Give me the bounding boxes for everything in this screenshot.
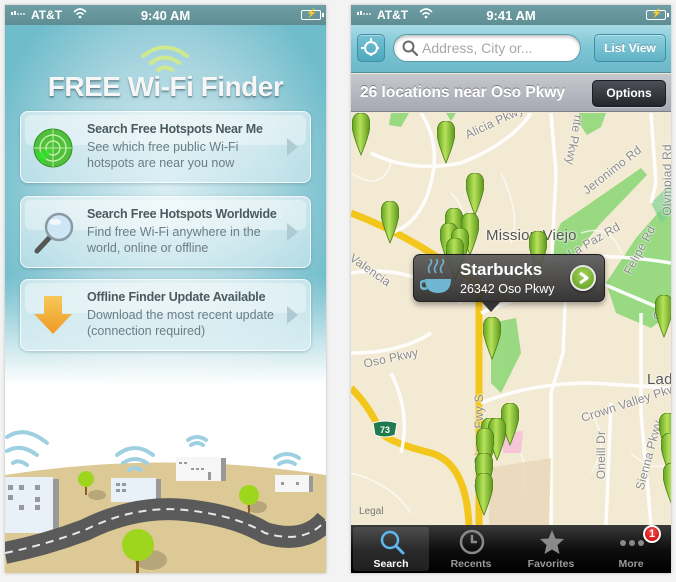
callout-title: Starbucks (460, 260, 543, 279)
radar-icon (33, 128, 73, 168)
highway-shield-label: 73 (380, 425, 390, 435)
card-title: Search Free Hotspots Worldwide (87, 207, 277, 221)
battery-icon: ⚡ (646, 8, 669, 20)
chevron-right-icon (287, 138, 298, 156)
app-title: FREE Wi-Fi Finder (47, 71, 284, 102)
tab-label: Search (373, 558, 409, 570)
town-illustration (5, 430, 326, 573)
notification-badge: 1 (643, 525, 661, 543)
download-arrow-icon (34, 296, 72, 334)
map-tiles: 73 (351, 113, 671, 525)
card-description: Download the most recent update (connect… (87, 308, 274, 338)
tab-label: Favorites (527, 558, 575, 570)
callout-address: 26342 Oso Pkwy (460, 282, 555, 296)
battery-icon: ⚡ (301, 8, 324, 20)
wifi-finder-home-screen: AT&T 9:40 AM ⚡ FREE Wi-Fi Finder Search … (5, 5, 326, 573)
tab-bar: Search Recents Favorites 1 More (351, 525, 671, 573)
card-title: Search Free Hotspots Near Me (87, 122, 263, 136)
search-field[interactable] (393, 34, 581, 62)
detail-disclosure-button[interactable] (570, 265, 596, 291)
status-bar: AT&T 9:41 AM ⚡ (351, 5, 671, 25)
map-pin-icon[interactable] (483, 317, 501, 361)
locate-me-button[interactable] (357, 34, 385, 62)
search-icon (380, 530, 405, 555)
tab-recents[interactable]: Recents (433, 527, 509, 571)
map-label-oneill: Oneill Dr (594, 430, 609, 480)
navigation-bar: List View (351, 25, 671, 73)
map-pin-icon[interactable] (475, 473, 493, 517)
map-label-olympiad: Olympiad Rd (659, 144, 671, 216)
more-dots-icon (620, 540, 644, 546)
crosshair-icon (361, 38, 378, 55)
map-pin-icon[interactable] (352, 113, 370, 157)
chevron-right-icon (287, 306, 298, 324)
location-callout[interactable]: Starbucks 26342 Oso Pkwy (413, 254, 605, 312)
status-time: 9:41 AM (486, 8, 536, 23)
search-icon (402, 40, 418, 56)
map-pin-icon[interactable] (663, 463, 671, 507)
tab-favorites[interactable]: Favorites (513, 527, 589, 571)
offline-update-button[interactable]: Offline Finder Update Available Download… (20, 279, 311, 351)
tab-more[interactable]: 1 More (593, 525, 669, 571)
card-description: See which free public Wi-Fi hotspots are… (87, 140, 239, 170)
coffee-cup-icon (420, 259, 451, 293)
tab-search[interactable]: Search (353, 527, 429, 571)
map-pin-icon[interactable] (381, 201, 399, 245)
clock-icon (459, 529, 485, 555)
search-near-me-button[interactable]: Search Free Hotspots Near Me See which f… (20, 111, 311, 183)
legal-link[interactable]: Legal (359, 506, 383, 517)
chevron-right-icon (579, 271, 589, 285)
wifi-logo-icon (141, 45, 189, 72)
search-input[interactable] (422, 38, 572, 58)
map-view[interactable]: 73 Alicia Pkwy rite Pkwy Jeronimo Rd Oly… (351, 113, 671, 525)
results-info-bar: 26 locations near Oso Pkwy Options (351, 74, 671, 112)
magnifier-icon (34, 212, 74, 254)
locations-count: 26 locations near Oso Pkwy (360, 84, 566, 101)
card-description: Find free Wi-Fi anywhere in the world, o… (87, 225, 261, 255)
list-view-button[interactable]: List View (594, 34, 666, 62)
tab-label: Recents (450, 558, 492, 570)
search-worldwide-button[interactable]: Search Free Hotspots Worldwide Find free… (20, 196, 311, 268)
map-pin-icon[interactable] (466, 173, 484, 217)
map-pin-icon[interactable] (655, 295, 671, 339)
chevron-right-icon (287, 223, 298, 241)
status-time: 9:40 AM (140, 8, 191, 23)
card-title: Offline Finder Update Available (87, 290, 266, 304)
tab-label: More (618, 558, 644, 570)
options-button[interactable]: Options (592, 80, 666, 107)
map-pin-icon[interactable] (437, 121, 455, 165)
star-icon (540, 530, 564, 554)
map-results-screen: AT&T 9:41 AM ⚡ List View 26 locations ne… (351, 5, 671, 573)
status-bar: AT&T 9:40 AM ⚡ (5, 5, 326, 25)
